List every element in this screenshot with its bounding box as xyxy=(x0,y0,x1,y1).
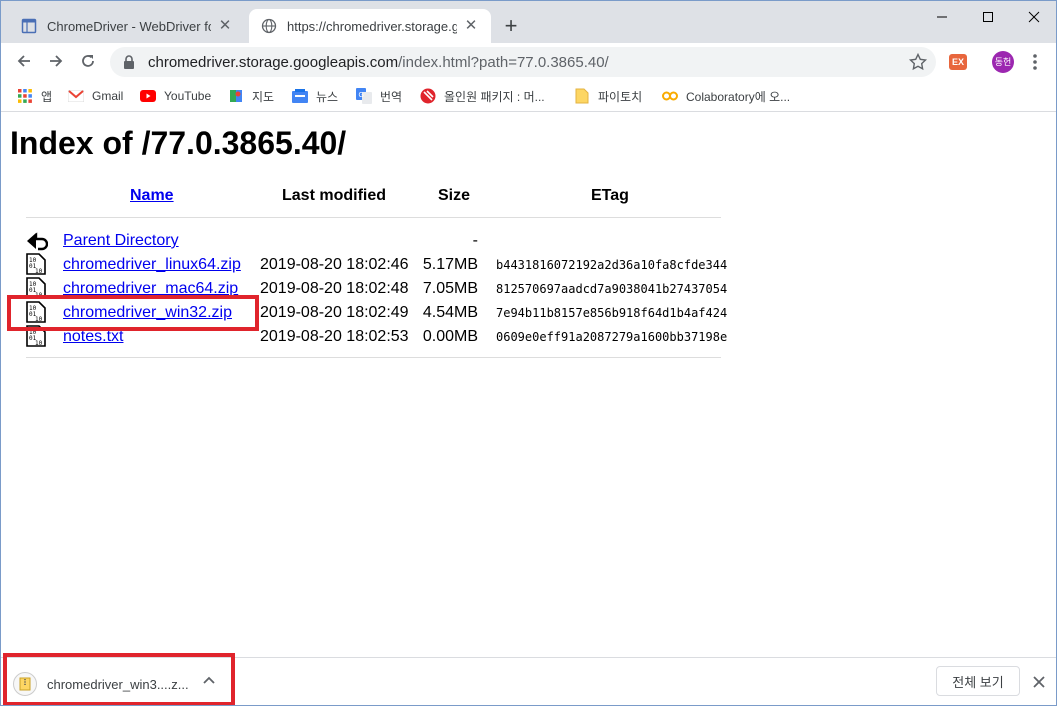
svg-text:10: 10 xyxy=(35,340,43,347)
news-icon xyxy=(292,88,308,104)
row-etag: 7e94b11b8157e856b918f64d1b4af424 xyxy=(496,306,728,320)
site-icon xyxy=(420,88,436,104)
globe-icon xyxy=(261,18,277,34)
bookmark-star-icon[interactable] xyxy=(908,52,928,72)
bookmark-label: 파이토치 xyxy=(598,89,643,104)
bookmark-label: Gmail xyxy=(92,89,124,103)
translate-icon: G xyxy=(356,88,372,104)
forward-button[interactable] xyxy=(42,47,70,75)
table-row: Parent Directory - xyxy=(1,229,1056,253)
url-path: /index.html?path=77.0.3865.40/ xyxy=(398,53,609,71)
column-header-modified: Last modified xyxy=(282,187,387,204)
column-header-size: Size xyxy=(438,187,471,204)
binary-file-icon: 10 01 10 xyxy=(26,253,46,275)
bookmark-translate[interactable]: G 번역 xyxy=(356,85,402,107)
bookmark-label: 앱 xyxy=(41,89,53,104)
back-button[interactable] xyxy=(10,47,38,75)
gmail-icon xyxy=(68,88,84,104)
reload-button[interactable] xyxy=(74,47,102,75)
win32-highlight-box xyxy=(7,295,259,331)
row-size: 0.00MB xyxy=(422,328,478,345)
linux64-zip-link[interactable]: chromedriver_linux64.zip xyxy=(63,256,241,274)
svg-text:10: 10 xyxy=(35,268,43,275)
tab-chromedriver[interactable]: ChromeDriver - WebDriver for Chrome ✕ xyxy=(9,9,245,43)
footer-divider xyxy=(26,357,721,358)
bookmark-apps[interactable]: 앱 xyxy=(17,85,52,107)
row-size: 4.54MB xyxy=(422,304,478,321)
row-modified: 2019-08-20 18:02:49 xyxy=(260,304,409,321)
bookmark-label: YouTube xyxy=(164,89,212,103)
maps-icon xyxy=(228,88,244,104)
row-etag: 812570697aadcd7a9038041b27437054 xyxy=(496,282,728,296)
bookmarks-bar: 앱 Gmail YouTube 지도 뉴스 G 번역 올인원 패키지: 머..… xyxy=(1,80,1056,112)
bookmark-gmail[interactable]: Gmail xyxy=(68,85,123,107)
bookmark-label: 올인원 패키지 : 머... xyxy=(444,89,545,104)
new-tab-button[interactable]: + xyxy=(499,14,523,38)
column-header-etag: ETag xyxy=(591,187,629,204)
bookmark-label: Colaboratory에 오... xyxy=(686,89,791,104)
bookmark-news[interactable]: 뉴스 xyxy=(292,85,338,107)
apps-icon xyxy=(17,88,33,104)
colab-icon xyxy=(662,88,678,104)
menu-kebab-icon[interactable] xyxy=(1027,50,1043,74)
toolbar: chromedriver.storage.googleapis.com/inde… xyxy=(1,43,1056,80)
bookmark-colab[interactable]: Colaboratory에 오... xyxy=(662,85,790,107)
bookmark-label: 번역 xyxy=(380,89,403,104)
profile-avatar[interactable]: 동헌 xyxy=(992,51,1014,73)
row-size: 7.05MB xyxy=(422,280,478,297)
close-tab-icon[interactable]: ✕ xyxy=(217,18,233,34)
parent-directory-link[interactable]: Parent Directory xyxy=(63,232,179,250)
minimize-button[interactable] xyxy=(919,1,965,33)
chromedriver-favicon-icon xyxy=(21,18,37,34)
lock-icon[interactable] xyxy=(122,54,136,70)
window-close-button[interactable] xyxy=(1011,1,1056,33)
show-all-button[interactable]: 전체 보기 xyxy=(936,666,1020,696)
row-size: - xyxy=(472,232,478,249)
back-icon xyxy=(26,229,49,251)
tab-title: ChromeDriver - WebDriver for Chrome xyxy=(47,18,211,34)
tab-title: https://chromedriver.storage.googleapis.… xyxy=(287,18,457,34)
bookmark-maps[interactable]: 지도 xyxy=(228,85,274,107)
column-header-name[interactable]: Name xyxy=(130,187,174,205)
header-divider xyxy=(26,217,721,218)
bookmark-allinone[interactable]: 올인원 패키지 : 머... xyxy=(420,85,545,107)
url-host: chromedriver.storage.googleapis.com xyxy=(148,53,399,71)
row-modified: 2019-08-20 18:02:53 xyxy=(260,328,409,345)
close-tab-icon[interactable]: ✕ xyxy=(463,18,479,34)
row-modified: 2019-08-20 18:02:48 xyxy=(260,280,409,297)
bookmark-label: 지도 xyxy=(252,89,275,104)
bookmark-pytorch[interactable]: 파이토치 xyxy=(574,85,642,107)
table-row: 10 01 10 chromedriver_linux64.zip 2019-08-… xyxy=(1,253,1056,277)
folder-icon xyxy=(574,88,590,104)
browser-window: ChromeDriver - WebDriver for Chrome ✕ ht… xyxy=(0,0,1057,706)
row-etag: b4431816072192a2d36a10fa8cfde344 xyxy=(496,258,728,272)
row-size: 5.17MB xyxy=(422,256,478,273)
name-sort-link[interactable]: Name xyxy=(130,187,174,204)
bookmark-youtube[interactable]: YouTube xyxy=(140,85,211,107)
tab-storage[interactable]: https://chromedriver.storage.googleapis.… xyxy=(249,9,491,43)
extension-icon[interactable]: EX xyxy=(949,54,967,70)
maximize-button[interactable] xyxy=(965,1,1011,33)
youtube-icon xyxy=(140,88,156,104)
bookmark-label: 뉴스 xyxy=(316,89,339,104)
page-content: Index of /77.0.3865.40/ Name Last modifi… xyxy=(1,113,1056,657)
row-modified: 2019-08-20 18:02:46 xyxy=(260,256,409,273)
close-shelf-icon[interactable] xyxy=(1030,673,1048,691)
row-etag: 0609e0eff91a2087279a1600bb37198e xyxy=(496,330,728,344)
download-highlight-box xyxy=(3,653,235,705)
address-bar[interactable]: chromedriver.storage.googleapis.com/inde… xyxy=(110,47,936,77)
tab-strip: ChromeDriver - WebDriver for Chrome ✕ ht… xyxy=(1,1,1056,43)
page-title: Index of /77.0.3865.40/ xyxy=(10,125,347,161)
svg-text:G: G xyxy=(359,92,364,99)
